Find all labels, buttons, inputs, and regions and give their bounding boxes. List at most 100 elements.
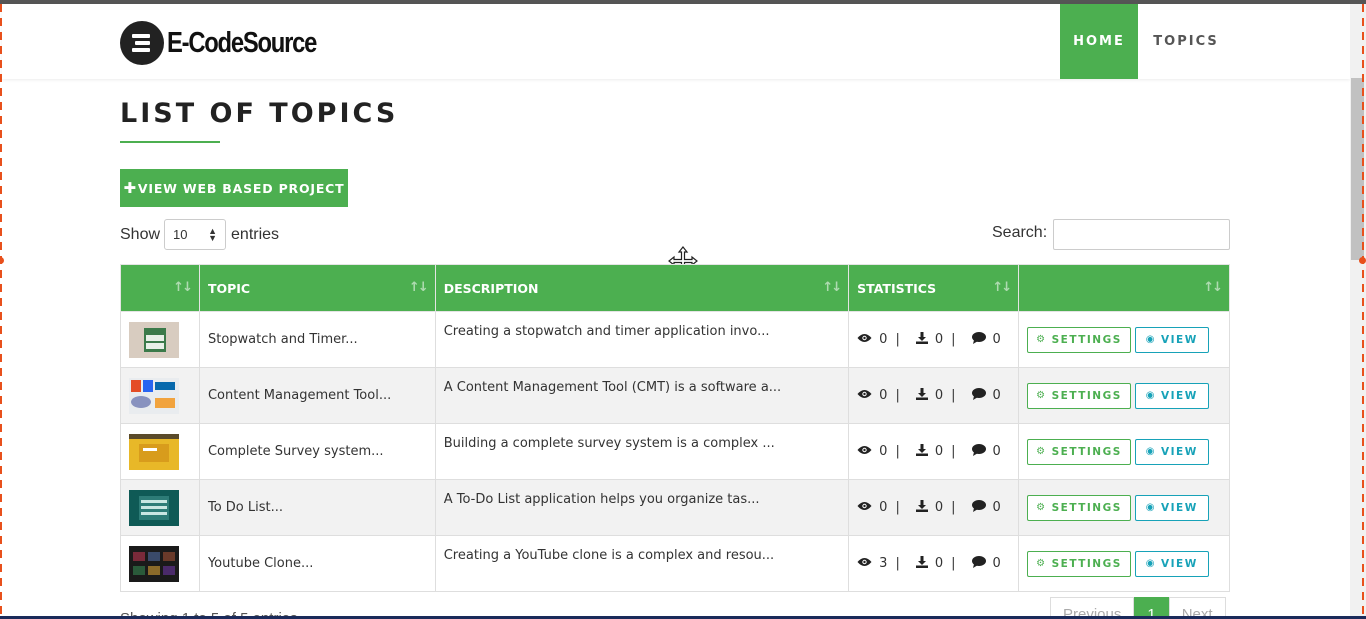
topic-thumbnail — [120, 535, 200, 592]
views-count: 0 — [879, 332, 888, 347]
topic-actions: ⚙ SETTINGS ◉ VIEW — [1018, 367, 1230, 424]
search-label: Search: — [992, 224, 1048, 241]
topic-name: Content Management Tool... — [198, 367, 436, 424]
downloads-count: 0 — [934, 556, 944, 571]
topic-statistics: 0 | 0 | 0 — [848, 423, 1020, 480]
comments-count: 0 — [992, 556, 1001, 571]
topic-name: Stopwatch and Timer... — [198, 311, 436, 368]
sort-icon: ↑↓ — [992, 280, 1012, 295]
title-underline — [120, 141, 220, 143]
topic-thumbnail — [120, 423, 200, 480]
entries-label: entries — [231, 225, 280, 243]
col-description-header[interactable]: DESCRIPTION ↑↓ — [434, 264, 850, 312]
download-icon — [915, 443, 928, 460]
gear-icon: ⚙ — [1036, 558, 1047, 569]
show-label: Show — [120, 225, 161, 243]
topic-statistics: 0 | 0 | 0 — [848, 479, 1020, 536]
view-button[interactable]: ◉ VIEW — [1134, 494, 1209, 521]
comments-count: 0 — [992, 388, 1001, 403]
eye-icon: ◉ — [1145, 558, 1157, 569]
downloads-count: 0 — [934, 388, 944, 403]
selection-handle-right[interactable] — [1359, 257, 1366, 264]
topic-description: Creating a YouTube clone is a complex an… — [434, 535, 850, 592]
gear-icon: ⚙ — [1036, 446, 1047, 457]
topic-statistics: 3 | 0 | 0 — [848, 535, 1020, 592]
eye-icon — [857, 556, 872, 571]
entries-select[interactable]: 10 ▲ ▼ — [164, 219, 227, 250]
comment-icon — [971, 387, 986, 404]
download-icon — [915, 555, 928, 572]
entries-length-control: Show 10 ▲ ▼ entries — [120, 219, 279, 250]
view-button[interactable]: ◉ VIEW — [1134, 382, 1209, 409]
topic-name: Complete Survey system... — [198, 423, 436, 480]
table-row: Stopwatch and Timer... Creating a stopwat… — [120, 311, 1230, 368]
eye-icon — [857, 332, 872, 347]
eye-icon: ◉ — [1145, 446, 1157, 457]
view-button[interactable]: ◉ VIEW — [1134, 550, 1209, 577]
settings-button[interactable]: ⚙ SETTINGS — [1027, 438, 1131, 465]
page-title: LIST OF TOPICS — [120, 98, 399, 129]
views-count: 3 — [879, 556, 888, 571]
views-count: 0 — [879, 500, 888, 515]
topic-description: Building a complete survey system is a c… — [434, 423, 850, 480]
view-button[interactable]: ◉ VIEW — [1134, 438, 1209, 465]
view-web-project-button[interactable]: ✚ VIEW WEB BASED PROJECT — [120, 169, 348, 207]
downloads-count: 0 — [934, 332, 944, 347]
settings-button[interactable]: ⚙ SETTINGS — [1027, 382, 1131, 409]
search-input[interactable] — [1053, 219, 1230, 250]
comments-count: 0 — [992, 500, 1001, 515]
topic-description: Creating a stopwatch and timer applicati… — [434, 311, 850, 368]
view-web-project-label: VIEW WEB BASED PROJECT — [137, 180, 345, 196]
topic-thumbnail — [120, 367, 200, 424]
table-row: Content Management Tool... A Content Mana… — [120, 367, 1230, 424]
sort-icon: ↑↓ — [408, 280, 429, 295]
sort-icon: ↑↓ — [173, 280, 193, 295]
logo-mark-icon — [120, 21, 164, 65]
topic-actions: ⚙ SETTINGS ◉ VIEW — [1018, 479, 1230, 536]
table-row: Complete Survey system... Building a comp… — [120, 423, 1230, 480]
views-count: 0 — [879, 444, 888, 459]
topic-thumbnail — [120, 479, 200, 536]
topic-statistics: 0 | 0 | 0 — [848, 311, 1020, 368]
topic-actions: ⚙ SETTINGS ◉ VIEW — [1018, 311, 1230, 368]
brand-logo[interactable]: E-CodeSource — [120, 21, 349, 65]
gear-icon: ⚙ — [1036, 390, 1047, 401]
selection-border-left — [0, 4, 2, 616]
gear-icon: ⚙ — [1036, 334, 1047, 345]
download-icon — [915, 331, 928, 348]
topic-description: A Content Management Tool (CMT) is a sof… — [434, 367, 850, 424]
topic-actions: ⚙ SETTINGS ◉ VIEW — [1018, 535, 1230, 592]
topic-name: To Do List... — [198, 479, 436, 536]
entries-value: 10 — [173, 227, 188, 242]
nav-home[interactable]: HOME — [1060, 4, 1138, 79]
comment-icon — [971, 499, 986, 516]
settings-button[interactable]: ⚙ SETTINGS — [1027, 550, 1131, 577]
sort-icon: ↑↓ — [1203, 280, 1223, 295]
downloads-count: 0 — [934, 444, 944, 459]
download-icon — [915, 387, 928, 404]
topic-actions: ⚙ SETTINGS ◉ VIEW — [1018, 423, 1230, 480]
topic-name: Youtube Clone... — [198, 535, 436, 592]
col-statistics-header[interactable]: STATISTICS ↑↓ — [848, 264, 1020, 312]
selection-handle-left[interactable] — [0, 257, 4, 264]
col-image-header[interactable]: ↑↓ — [120, 264, 200, 312]
views-count: 0 — [879, 388, 888, 403]
navbar: E-CodeSource HOME TOPICS — [2, 4, 1350, 79]
view-button[interactable]: ◉ VIEW — [1134, 326, 1209, 353]
plus-icon: ✚ — [123, 179, 137, 197]
col-actions-header[interactable]: ↑↓ — [1018, 264, 1230, 312]
table-row: To Do List... A To-Do List application he… — [120, 479, 1230, 536]
nav-topics[interactable]: TOPICS — [1138, 4, 1234, 79]
eye-icon — [857, 444, 872, 459]
eye-icon — [857, 500, 872, 515]
topics-table: ↑↓ TOPIC ↑↓ DESCRIPTION ↑↓ STATISTICS ↑↓ ↑↓… — [120, 264, 1230, 592]
eye-icon: ◉ — [1145, 334, 1157, 345]
eye-icon: ◉ — [1145, 390, 1157, 401]
eye-icon — [857, 388, 872, 403]
comment-icon — [971, 331, 986, 348]
settings-button[interactable]: ⚙ SETTINGS — [1027, 326, 1131, 353]
col-topic-header[interactable]: TOPIC ↑↓ — [198, 264, 436, 312]
brand-name: E-CodeSource — [167, 26, 317, 59]
settings-button[interactable]: ⚙ SETTINGS — [1027, 494, 1131, 521]
download-icon — [915, 499, 928, 516]
